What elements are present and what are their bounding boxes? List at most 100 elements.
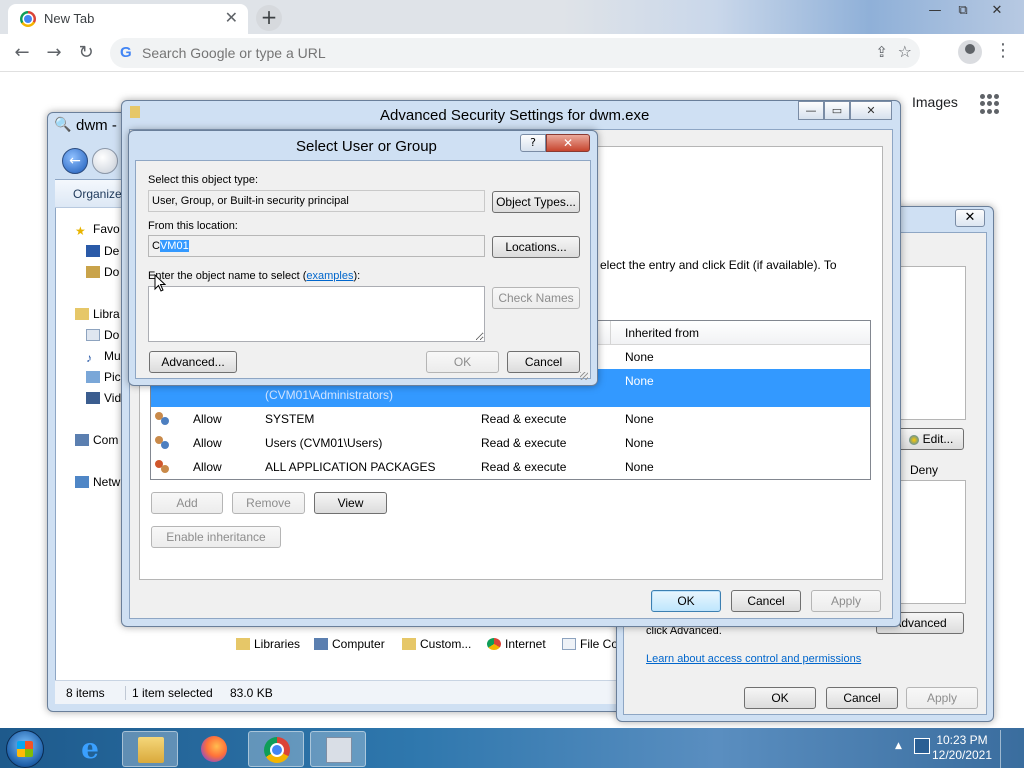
explorer-status-bar: 8 items 1 item selected 83.0 KB [55, 680, 645, 704]
object-types-button[interactable]: Object Types... [492, 191, 580, 213]
omnibox[interactable]: G ⇪ ☆ [110, 38, 920, 68]
advanced-security-title: Advanced Security Settings for dwm.exe [380, 107, 650, 124]
back-icon[interactable]: ← [10, 42, 34, 64]
resize-grip-icon[interactable] [580, 372, 588, 380]
adv-ok-button[interactable]: OK [651, 590, 721, 612]
learn-access-control-link[interactable]: Learn about access control and permissio… [646, 653, 861, 665]
show-desktop-button[interactable] [1000, 730, 1024, 768]
locations-button[interactable]: Locations... [492, 236, 580, 258]
tray-clock[interactable]: 10:23 PM 12/20/2021 [930, 733, 994, 763]
user-group-icon [155, 436, 171, 450]
properties-close-button[interactable]: ✕ [955, 209, 985, 227]
nav-documents[interactable]: Do [86, 328, 126, 342]
status-item-count: 8 items [66, 686, 105, 700]
view-button[interactable]: View [314, 492, 387, 514]
omnibox-input[interactable] [142, 43, 842, 63]
tab-title: New Tab [44, 11, 95, 26]
cell-principal: (CVM01\Administrators) [265, 388, 394, 402]
bottom-computer[interactable]: Computer [314, 637, 385, 651]
new-tab-button[interactable]: + [256, 5, 282, 31]
sug-cancel-button[interactable]: Cancel [507, 351, 580, 373]
bottom-file[interactable]: File Co [562, 637, 622, 651]
adv-maximize-button[interactable]: ▭ [824, 101, 850, 120]
help-button[interactable]: ? [520, 134, 546, 152]
properties-ok-button[interactable]: OK [744, 687, 816, 709]
videos-icon [86, 392, 100, 404]
forward-icon[interactable]: → [42, 42, 66, 64]
explorer-forward-button[interactable] [92, 148, 118, 174]
nav-libraries[interactable]: Libra [75, 307, 125, 321]
add-button[interactable]: Add [151, 492, 223, 514]
nav-desktop[interactable]: De [86, 244, 126, 258]
nav-pictures[interactable]: Pic [86, 370, 126, 384]
close-window-button[interactable]: ✕ [984, 2, 1010, 20]
properties-edit-button[interactable]: Edit... [898, 428, 964, 450]
cell-principal: ALL APPLICATION PACKAGES [265, 460, 436, 474]
desktop-icon [86, 245, 100, 257]
documents-icon [86, 329, 100, 341]
nav-network[interactable]: Netw [75, 475, 125, 489]
taskbar-ie[interactable]: e [62, 731, 118, 767]
sug-advanced-button[interactable]: Advanced... [149, 351, 237, 373]
properties-apply-button[interactable]: Apply [906, 687, 978, 709]
object-type-label: Select this object type: [148, 174, 259, 186]
sug-ok-button[interactable]: OK [426, 351, 499, 373]
mouse-cursor-icon [154, 274, 166, 292]
nav-downloads[interactable]: Do [86, 265, 126, 279]
taskbar-firefox[interactable] [186, 731, 242, 767]
status-selected: 1 item selected [125, 686, 213, 700]
table-row[interactable]: Allow Users (CVM01\Users) Read & execute… [151, 431, 870, 455]
table-header-inherited[interactable]: Inherited from [611, 321, 870, 345]
adv-apply-button[interactable]: Apply [811, 590, 881, 612]
nav-favorites[interactable]: ★ Favo [75, 222, 125, 236]
nav-music[interactable]: ♪ Mu [86, 349, 126, 363]
organize-menu[interactable]: Organize [73, 187, 122, 201]
bottom-libraries[interactable]: Libraries [236, 637, 300, 651]
reload-icon[interactable]: ↻ [74, 42, 98, 64]
taskbar-explorer[interactable] [122, 731, 178, 767]
properties-cancel-button[interactable]: Cancel [826, 687, 898, 709]
bookmark-star-icon[interactable]: ☆ [898, 42, 912, 61]
menu-kebab-icon[interactable]: ⋮ [994, 40, 1012, 64]
network-tray-icon[interactable] [914, 738, 930, 754]
profile-avatar-icon[interactable] [958, 40, 982, 64]
dialog-close-button[interactable]: ✕ [546, 134, 590, 152]
adv-cancel-button[interactable]: Cancel [731, 590, 801, 612]
taskbar-chrome[interactable] [248, 731, 304, 767]
object-name-input[interactable] [148, 286, 485, 342]
cell-inherited: None [625, 436, 654, 450]
adv-close-button[interactable]: ✕ [850, 101, 892, 120]
taskbar-task-manager[interactable] [310, 731, 366, 767]
tray-date: 12/20/2021 [931, 748, 993, 762]
nav-videos[interactable]: Vid [86, 391, 126, 405]
check-names-button[interactable]: Check Names [492, 287, 580, 309]
cell-principal: SYSTEM [265, 412, 315, 426]
libraries-icon [236, 638, 250, 650]
status-size: 83.0 KB [230, 686, 273, 700]
start-button[interactable] [6, 730, 44, 768]
images-link[interactable]: Images [912, 94, 958, 110]
cell-inherited: None [625, 374, 654, 388]
apps-grid-icon[interactable] [980, 94, 1000, 114]
examples-link[interactable]: examples [306, 270, 353, 282]
tab-new-tab[interactable]: New Tab ✕ [8, 4, 248, 34]
computer-icon [314, 638, 328, 650]
bottom-internet[interactable]: Internet [487, 637, 546, 651]
minimize-button[interactable]: — [922, 2, 948, 20]
tab-close-icon[interactable]: ✕ [225, 8, 238, 27]
remove-button[interactable]: Remove [232, 492, 305, 514]
restore-button[interactable]: ⧉ [950, 2, 976, 20]
cell-access: Read & execute [481, 412, 567, 426]
share-icon[interactable]: ⇪ [875, 43, 888, 61]
table-row[interactable]: Allow SYSTEM Read & execute None [151, 407, 870, 431]
bottom-custom[interactable]: Custom... [402, 637, 471, 651]
table-row[interactable]: Allow ALL APPLICATION PACKAGES Read & ex… [151, 455, 870, 479]
enable-inheritance-button[interactable]: Enable inheritance [151, 526, 281, 548]
tray-arrow-icon[interactable]: ▲ [895, 741, 902, 751]
explorer-back-button[interactable]: ← [62, 148, 88, 174]
explorer-title: dwm - [76, 117, 117, 134]
libraries-icon [75, 308, 89, 320]
adv-minimize-button[interactable]: — [798, 101, 824, 120]
chrome-icon [264, 737, 290, 763]
permissions-instruction-text: elect the entry and click Edit (if avail… [600, 258, 837, 272]
